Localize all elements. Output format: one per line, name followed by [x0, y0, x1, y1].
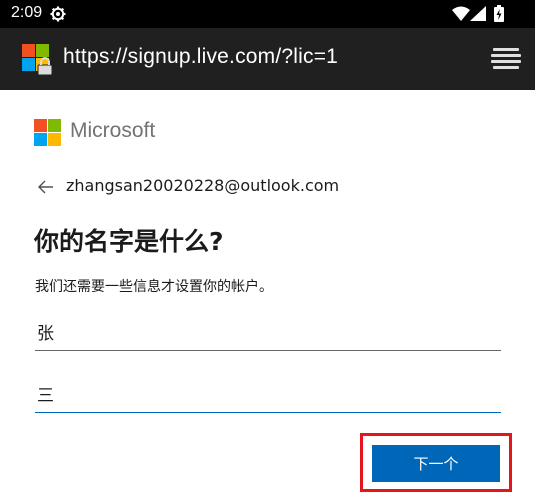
browser-url-bar: https://signup.live.com/?lic=1 — [0, 28, 535, 90]
tabs-menu-icon[interactable] — [491, 48, 521, 74]
page-description: 我们还需要一些信息才设置你的帐户。 — [35, 279, 273, 295]
microsoft-lock-icon — [22, 44, 54, 76]
url-text[interactable]: https://signup.live.com/?lic=1 — [63, 45, 338, 69]
page-title: 你的名字是什么? — [34, 227, 224, 256]
wifi-icon — [452, 6, 470, 25]
first-name-input[interactable] — [35, 378, 501, 408]
last-name-input[interactable] — [35, 316, 501, 346]
next-button[interactable]: 下一个 — [372, 445, 500, 482]
last-name-field[interactable] — [35, 316, 501, 351]
settings-gear-icon — [50, 6, 66, 26]
account-email: zhangsan20020228@outlook.com — [66, 176, 340, 195]
back-arrow-icon[interactable] — [38, 179, 54, 198]
status-time: 2:09 — [11, 4, 43, 21]
microsoft-logo-icon — [34, 119, 62, 147]
last-name-underline — [35, 350, 501, 351]
first-name-field[interactable] — [35, 378, 501, 413]
status-bar: 2:09 — [0, 0, 535, 28]
cell-signal-icon — [470, 6, 486, 25]
microsoft-logo: Microsoft — [34, 118, 184, 148]
first-name-underline — [35, 412, 501, 413]
battery-icon — [494, 5, 504, 26]
brand-name: Microsoft — [70, 119, 156, 142]
